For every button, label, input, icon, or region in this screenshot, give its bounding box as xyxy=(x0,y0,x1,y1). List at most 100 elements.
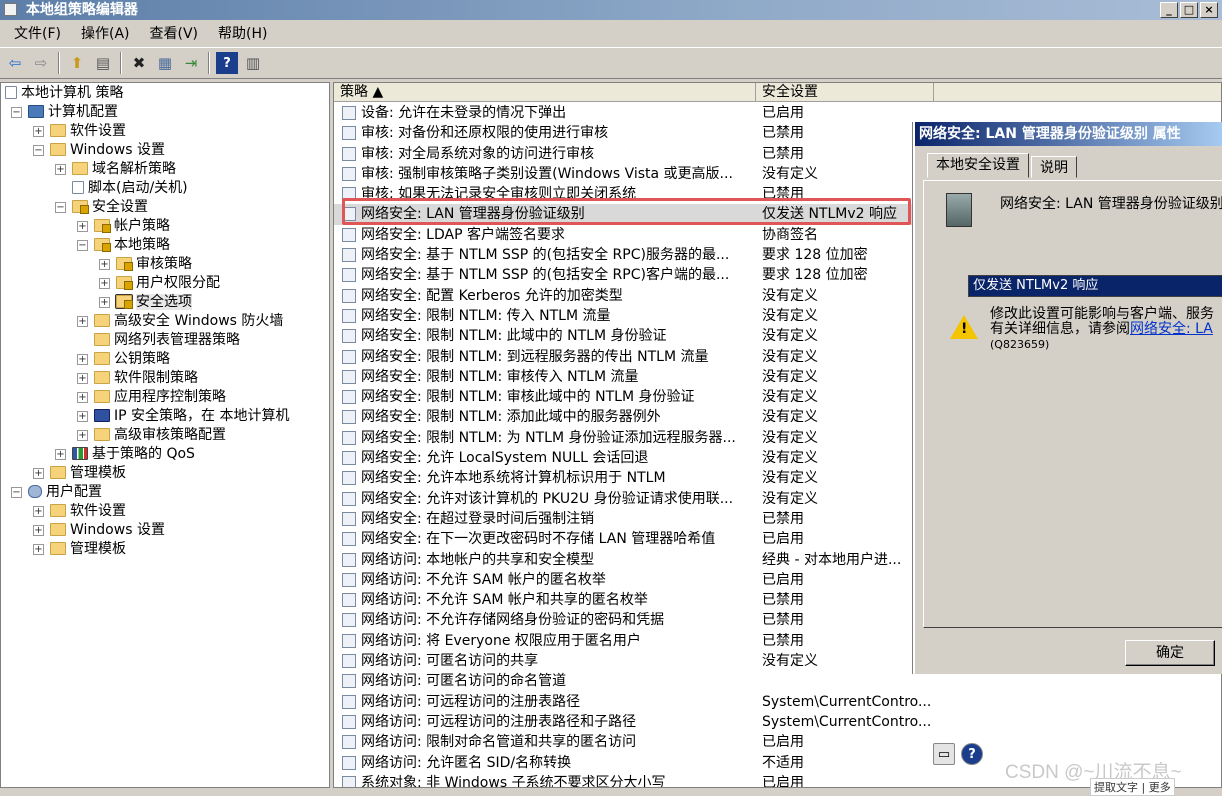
tree-node-label: 本地策略 xyxy=(114,237,170,253)
tree-node-user-admin-templates[interactable]: + 管理模板 xyxy=(33,540,126,559)
security-setting-cell: 已启用 xyxy=(762,734,804,751)
policy-name-cell: 网络安全: 限制 NTLM: 传入 NTLM 流量 xyxy=(361,307,611,324)
menu-help[interactable]: 帮助(H) xyxy=(208,23,277,43)
table-row[interactable]: 网络访问: 可匿名访问的命名管道 xyxy=(334,671,1221,691)
window-titlebar: 本地组策略编辑器 _ □ × xyxy=(0,0,1222,20)
tab-local-security-setting[interactable]: 本地安全设置 xyxy=(927,153,1029,178)
table-row[interactable]: 网络访问: 可远程访问的注册表路径 System\CurrentContro... xyxy=(334,692,1221,712)
show-hide-tree-icon[interactable]: ▤ xyxy=(92,52,114,74)
minimize-button[interactable]: _ xyxy=(1160,2,1178,18)
help-circle-icon[interactable]: ? xyxy=(961,743,983,765)
tree-node-user-rights[interactable]: + 用户权限分配 xyxy=(99,274,220,293)
collapse-toggle-icon[interactable]: − xyxy=(11,487,22,498)
policy-name-cell: 审核: 对全局系统对象的访问进行审核 xyxy=(361,145,595,162)
security-setting-cell: 已禁用 xyxy=(762,592,804,609)
tree-node-account-policies[interactable]: + 帐户策略 xyxy=(77,217,170,236)
tree-node-network-list[interactable]: 网络列表管理器策略 xyxy=(77,331,240,350)
tree-node-firewall[interactable]: + 高级安全 Windows 防火墙 xyxy=(77,312,283,331)
security-setting-cell: 没有定义 xyxy=(762,307,818,324)
window-title: 本地组策略编辑器 xyxy=(25,2,138,18)
tree-node-ip-security[interactable]: + IP 安全策略，在 本地计算机 xyxy=(77,407,289,426)
expand-toggle-icon[interactable]: + xyxy=(77,354,88,365)
tree-node-label: 计算机配置 xyxy=(48,104,118,120)
tree-node-public-key[interactable]: + 公钥策略 xyxy=(77,350,170,369)
expand-toggle-icon[interactable]: + xyxy=(99,278,110,289)
menu-action[interactable]: 操作(A) xyxy=(71,23,140,43)
help-link[interactable]: 网络安全: LA xyxy=(1130,321,1213,337)
up-folder-icon[interactable]: ⬆ xyxy=(66,52,88,74)
tree-node-software-settings[interactable]: + 软件设置 xyxy=(33,122,126,141)
tree-node-scripts[interactable]: 脚本(启动/关机) xyxy=(55,179,188,198)
tree-node-local-policies[interactable]: − 本地策略 xyxy=(77,236,170,255)
expand-toggle-icon[interactable]: + xyxy=(33,126,44,137)
expand-toggle-icon[interactable]: + xyxy=(99,297,110,308)
expand-toggle-icon[interactable]: + xyxy=(77,316,88,327)
collapse-toggle-icon[interactable]: − xyxy=(33,145,44,156)
maximize-button[interactable]: □ xyxy=(1180,2,1198,18)
tree-node-qos[interactable]: + 基于策略的 QoS xyxy=(55,445,195,464)
keyboard-icon[interactable]: ▭ xyxy=(933,743,955,765)
expand-toggle-icon[interactable]: + xyxy=(55,449,66,460)
tree-node-advanced-audit[interactable]: + 高级审核策略配置 xyxy=(77,426,226,445)
expand-toggle-icon[interactable]: + xyxy=(33,525,44,536)
policy-item-icon xyxy=(342,511,356,526)
tree-node-user-windows[interactable]: + Windows 设置 xyxy=(33,521,165,540)
collapse-toggle-icon[interactable]: − xyxy=(11,107,22,118)
tree-node-user-software[interactable]: + 软件设置 xyxy=(33,502,126,521)
auth-level-dropdown[interactable]: 仅发送 NTLMv2 响应 xyxy=(968,275,1222,297)
properties-icon[interactable]: ▦ xyxy=(154,52,176,74)
expand-toggle-icon[interactable]: + xyxy=(77,392,88,403)
expand-toggle-icon[interactable]: + xyxy=(77,430,88,441)
tree-node-security-settings[interactable]: − 安全设置 xyxy=(55,198,148,217)
extract-text-hint[interactable]: 提取文字 | 更多 xyxy=(1090,778,1175,796)
close-button[interactable]: × xyxy=(1200,2,1218,18)
expand-toggle-icon[interactable]: + xyxy=(33,468,44,479)
table-row[interactable]: 设备: 允许在未登录的情况下弹出 已启用 xyxy=(334,103,1221,123)
ok-button[interactable]: 确定 xyxy=(1125,640,1215,666)
policy-name-cell: 系统对象: 非 Windows 子系统不要求区分大小写 xyxy=(361,774,666,788)
policy-item-icon xyxy=(342,308,356,323)
export-list-icon[interactable]: ⇥ xyxy=(180,52,202,74)
tree-node-audit-policy[interactable]: + 审核策略 xyxy=(99,255,192,274)
tree-node-name-resolution[interactable]: + 域名解析策略 xyxy=(55,160,176,179)
expand-toggle-icon[interactable]: + xyxy=(99,259,110,270)
help-icon[interactable]: ? xyxy=(216,52,238,74)
expand-toggle-icon[interactable]: + xyxy=(33,544,44,555)
tab-explain[interactable]: 说明 xyxy=(1031,156,1077,178)
policy-name-cell: 网络安全: 在下一次更改密码时不存储 LAN 管理器哈希值 xyxy=(361,531,716,548)
expand-toggle-icon[interactable]: + xyxy=(55,164,66,175)
tree-node-root[interactable]: 本地计算机 策略 xyxy=(5,84,123,103)
dialog-policy-name: 网络安全: LAN 管理器身份验证级别 xyxy=(1000,196,1222,212)
tree-node-software-restriction[interactable]: + 软件限制策略 xyxy=(77,369,198,388)
menu-view[interactable]: 查看(V) xyxy=(140,23,209,43)
policy-name-cell: 网络访问: 可匿名访问的共享 xyxy=(361,653,539,670)
security-setting-cell: System\CurrentContro... xyxy=(762,713,932,730)
tree-node-computer-config[interactable]: − 计算机配置 xyxy=(11,103,118,122)
tree-node-label: 安全选项 xyxy=(136,294,192,310)
expand-toggle-icon[interactable]: + xyxy=(77,411,88,422)
column-header-policy[interactable]: 策略 ▲ xyxy=(334,83,756,102)
tree-node-admin-templates[interactable]: + 管理模板 xyxy=(33,464,126,483)
expand-toggle-icon[interactable]: + xyxy=(33,506,44,517)
table-row[interactable]: 网络访问: 限制对命名管道和共享的匿名访问 已启用 xyxy=(334,732,1221,752)
collapse-toggle-icon[interactable]: − xyxy=(55,202,66,213)
view-pane-icon[interactable]: ▥ xyxy=(242,52,264,74)
tree-node-user-config[interactable]: − 用户配置 xyxy=(11,483,102,502)
warning-line: 修改此设置可能影响与客户端、服务 xyxy=(990,306,1214,322)
tree-node-app-control[interactable]: + 应用程序控制策略 xyxy=(77,388,226,407)
expand-toggle-icon[interactable]: + xyxy=(77,373,88,384)
policy-item-icon xyxy=(342,735,356,750)
menu-file[interactable]: 文件(F) xyxy=(4,23,71,43)
tree-node-security-options[interactable]: + 安全选项 xyxy=(99,293,192,312)
tree-node-label: 域名解析策略 xyxy=(92,161,176,177)
forward-arrow-icon[interactable]: ⇨ xyxy=(30,52,52,74)
back-arrow-icon[interactable]: ⇦ xyxy=(4,52,26,74)
column-header-setting[interactable]: 安全设置 xyxy=(756,83,934,102)
security-setting-cell: 没有定义 xyxy=(762,429,818,446)
collapse-toggle-icon[interactable]: − xyxy=(77,240,88,251)
policy-name-cell: 网络访问: 将 Everyone 权限应用于匿名用户 xyxy=(361,632,641,649)
delete-icon[interactable]: ✖ xyxy=(128,52,150,74)
expand-toggle-icon[interactable]: + xyxy=(77,221,88,232)
table-row[interactable]: 网络访问: 可远程访问的注册表路径和子路径 System\CurrentContr… xyxy=(334,712,1221,732)
tree-node-windows-settings[interactable]: − Windows 设置 xyxy=(33,141,165,160)
